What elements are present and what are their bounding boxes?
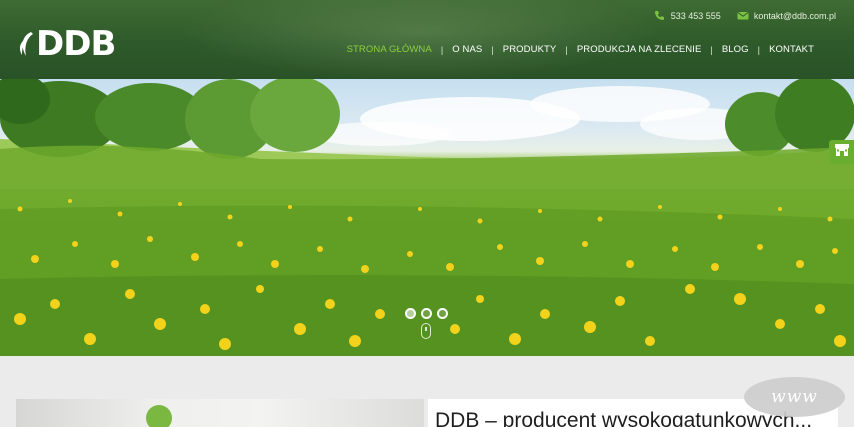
slider-dot-1[interactable] <box>405 308 416 319</box>
nav-contract-production[interactable]: PRODUKCJA NA ZLECENIE <box>568 44 711 55</box>
phone-number[interactable]: 533 453 555 <box>671 11 721 21</box>
envelope-icon <box>737 10 749 21</box>
logo-text: DDB <box>36 24 116 64</box>
slider-pagination <box>405 308 448 319</box>
slider-dot-2[interactable] <box>421 308 432 319</box>
slider-dot-3[interactable] <box>437 308 448 319</box>
email-link[interactable]: kontakt@ddb.com.pl <box>754 11 836 21</box>
page: DDB 533 453 555 kontakt@ddb.com.pl STRON… <box>0 0 854 427</box>
nav-products[interactable]: PRODUKTY <box>494 44 566 55</box>
content-headline: DDB – producent wysokogatunkowych... <box>435 409 813 427</box>
logo[interactable]: DDB <box>18 24 116 64</box>
www-badge[interactable]: www <box>744 377 845 417</box>
leaf-icon <box>18 28 34 60</box>
content-image <box>16 399 424 427</box>
nav-contact[interactable]: KONTAKT <box>760 44 823 55</box>
store-icon <box>834 143 850 162</box>
nav-home[interactable]: STRONA GŁÓWNA <box>338 44 441 55</box>
plant-image <box>146 405 172 427</box>
phone-icon <box>654 10 665 21</box>
nav-blog[interactable]: BLOG <box>713 44 758 55</box>
mouse-scroll-icon[interactable] <box>421 323 431 339</box>
contact-bar: 533 453 555 kontakt@ddb.com.pl <box>654 10 836 21</box>
www-badge-text: www <box>771 387 818 407</box>
side-shop-button[interactable] <box>829 140 854 164</box>
site-header: DDB 533 453 555 kontakt@ddb.com.pl STRON… <box>0 0 854 79</box>
main-nav: STRONA GŁÓWNA | O NAS | PRODUKTY | PRODU… <box>338 44 823 55</box>
nav-about[interactable]: O NAS <box>443 44 491 55</box>
